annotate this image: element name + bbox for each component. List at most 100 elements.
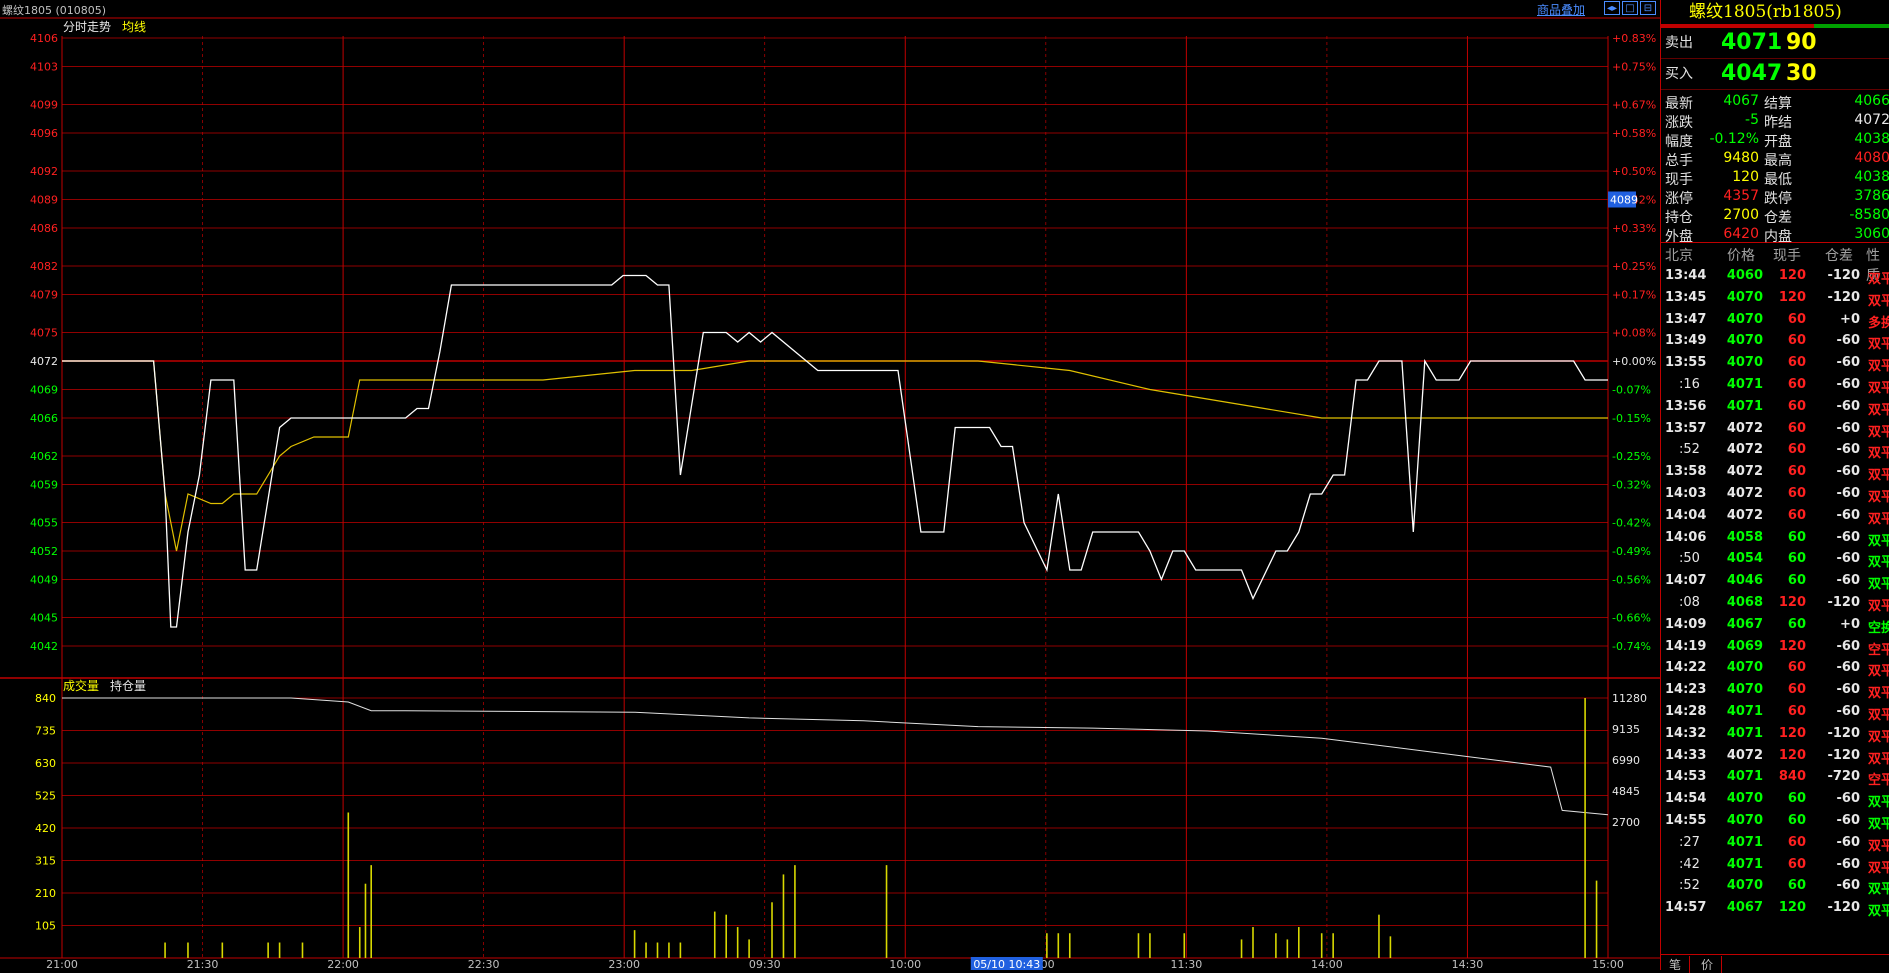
time-axis-label: 23:00 <box>608 958 640 970</box>
tick-row: 14:28 4071 60 -60 双平 <box>1661 701 1889 723</box>
cursor-value: 4089 <box>1610 194 1638 207</box>
tick-oi-change: +0 <box>1840 616 1860 632</box>
tick-type: 双平 <box>1868 686 1889 702</box>
tick-time: 14:33 <box>1665 747 1707 763</box>
pct-tick-label: -0.74% <box>1612 640 1651 653</box>
quote-stat-value: -5 <box>1745 112 1759 128</box>
price-tick-label: 4082 <box>30 260 58 273</box>
quote-stat-value: 4072 <box>1854 112 1889 128</box>
price-tick-label: 4106 <box>30 32 58 45</box>
bid-label: 买入 <box>1665 66 1693 82</box>
tick-row: 14:54 4070 60 -60 双平 <box>1661 788 1889 810</box>
tick-time: 14:22 <box>1665 660 1707 676</box>
volume-tick-label: 840 <box>35 692 56 705</box>
tick-price: 4067 <box>1726 900 1763 916</box>
tick-oi-change: +0 <box>1840 311 1860 327</box>
price-tick-label: 4055 <box>30 517 58 530</box>
oi-tick-label: 2700 <box>1612 816 1640 829</box>
price-tick-label: 4089 <box>30 194 58 207</box>
quote-stat-row: 外盘 6420 内盘 3060 <box>1661 225 1889 245</box>
tick-price: 4070 <box>1726 791 1763 807</box>
tick-oi-change: -720 <box>1827 769 1860 785</box>
tick-row: 13:57 4072 60 -60 双平 <box>1661 418 1889 440</box>
tick-price: 4067 <box>1726 616 1763 632</box>
ticks-header: 北京 价格 现手 仓差 性质 <box>1661 243 1889 284</box>
pct-tick-label: +0.25% <box>1612 260 1656 273</box>
quote-stat-label: 最高 <box>1764 153 1792 169</box>
instrument-title: 螺纹1805 (010805) <box>2 4 107 17</box>
time-axis-label: 22:00 <box>327 958 359 970</box>
quote-stat-label: 开盘 <box>1764 134 1792 150</box>
tick-volume: 60 <box>1787 398 1806 414</box>
tick-oi-change: -60 <box>1836 507 1861 523</box>
quote-stat-row: 最新 4067 结算 4066 <box>1661 92 1889 112</box>
tick-type: 空换 <box>1868 620 1889 636</box>
tick-type: 双平 <box>1868 751 1889 767</box>
tick-time: 14:28 <box>1665 704 1707 719</box>
tick-time: 13:47 <box>1665 311 1707 327</box>
price-tick-label: 4042 <box>30 640 58 653</box>
volume-tick-label: 735 <box>35 725 56 738</box>
pct-tick-label: +0.50% <box>1612 165 1656 178</box>
resize-icon[interactable]: ◂▸ <box>1604 1 1620 15</box>
tick-price: 4072 <box>1726 442 1763 458</box>
ticks-header-oi-change: 仓差 <box>1825 248 1853 264</box>
tick-type: 双平 <box>1868 577 1889 593</box>
tick-type: 双平 <box>1868 533 1889 549</box>
intraday-chart[interactable]: 4106 +0.83% 4103 +0.75% 4099 +0.67% 4096 +0.58%… <box>0 0 1660 970</box>
tick-oi-change: -60 <box>1836 682 1861 698</box>
tick-type: 双平 <box>1868 882 1889 898</box>
tick-price: 4068 <box>1726 595 1763 610</box>
price-tick-label: 4086 <box>30 222 58 235</box>
tick-price: 4071 <box>1726 398 1763 414</box>
tick-volume: 60 <box>1787 486 1806 501</box>
quote-stat-label: 最低 <box>1764 172 1792 188</box>
quote-stat-row: 涨停 4357 跌停 3786 <box>1661 187 1889 207</box>
tick-oi-change: -60 <box>1836 442 1861 458</box>
time-axis-label: 22:30 <box>468 958 500 970</box>
tick-volume: 60 <box>1787 704 1806 719</box>
tick-row: 14:57 4067 120 -120 双平 <box>1661 897 1889 919</box>
tick-price: 4070 <box>1726 660 1763 676</box>
ticks-list[interactable]: 13:44 4060 120 -120 双平 13:45 4070 120 -120 双平 13:4… <box>1661 265 1889 965</box>
tick-price: 4060 <box>1726 268 1763 283</box>
tick-price: 4071 <box>1726 704 1763 719</box>
tick-price: 4071 <box>1726 725 1763 741</box>
tick-time: 14:55 <box>1665 813 1707 828</box>
tick-volume: 60 <box>1787 682 1806 698</box>
price-tick-label: 4072 <box>30 355 58 368</box>
quote-stat-label: 涨停 <box>1665 191 1693 207</box>
tick-volume: 60 <box>1787 311 1806 327</box>
tick-oi-change: -120 <box>1827 289 1860 305</box>
tick-row: 14:33 4072 120 -120 双平 <box>1661 745 1889 767</box>
tick-row: 13:44 4060 120 -120 双平 <box>1661 265 1889 287</box>
oi-tick-label: 9135 <box>1612 723 1640 736</box>
maximize-icon[interactable]: □ <box>1622 1 1638 15</box>
tick-time: 14:32 <box>1665 725 1707 741</box>
quote-stat-label: 仓差 <box>1764 210 1792 226</box>
tick-oi-change: -60 <box>1836 464 1861 480</box>
tick-type: 双平 <box>1868 511 1889 527</box>
tick-row: 13:45 4070 120 -120 双平 <box>1661 287 1889 309</box>
quote-stat-value: 9480 <box>1723 150 1759 166</box>
tick-row: 14:55 4070 60 -60 双平 <box>1661 810 1889 832</box>
overlay-link[interactable]: 商品叠加 <box>1537 1 1585 18</box>
tick-volume: 60 <box>1787 442 1806 458</box>
tick-volume: 60 <box>1787 856 1806 872</box>
tick-volume: 120 <box>1778 747 1806 763</box>
pct-tick-label: +0.67% <box>1612 99 1656 112</box>
restore-icon[interactable]: ⊟ <box>1640 1 1656 15</box>
tick-time: :27 <box>1679 834 1700 850</box>
price-tick-label: 4049 <box>30 574 58 587</box>
oi-tick-label: 6990 <box>1612 754 1640 767</box>
tick-time: :52 <box>1679 878 1700 894</box>
quote-stat-row: 总手 9480 最高 4080 <box>1661 149 1889 169</box>
quote-stat-row: 幅度 -0.12% 开盘 4038 <box>1661 130 1889 150</box>
tick-type: 双平 <box>1868 664 1889 680</box>
tick-volume: 60 <box>1787 377 1806 392</box>
bid-row: 买入 4047 30 <box>1661 59 1889 90</box>
cursor-time: 05/10 10:43 <box>973 958 1040 970</box>
tab-trades[interactable]: 笔 <box>1661 956 1691 973</box>
volume-tick-label: 525 <box>35 790 56 803</box>
tab-price[interactable]: 价 <box>1693 956 1723 973</box>
